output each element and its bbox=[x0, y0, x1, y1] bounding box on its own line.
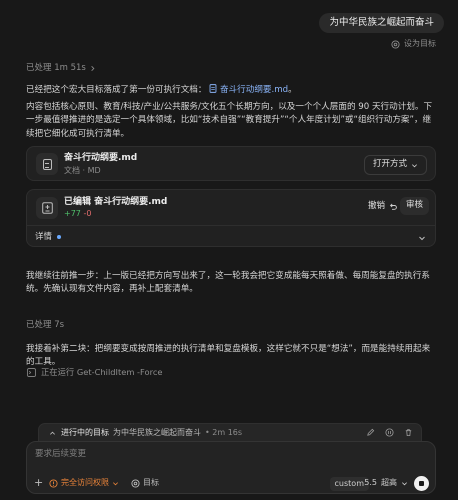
warning-icon bbox=[49, 479, 58, 488]
target-icon bbox=[391, 40, 400, 49]
diff-icon bbox=[41, 202, 53, 214]
stop-button[interactable] bbox=[414, 476, 429, 491]
access-level-label: 完全访问权限 bbox=[61, 478, 109, 487]
chevron-down-icon[interactable] bbox=[418, 234, 426, 242]
file-card-title: 奋斗行动纲要.md bbox=[64, 153, 138, 163]
set-goal-button[interactable]: 设为目标 bbox=[391, 38, 436, 50]
custom-mode-label: custom bbox=[334, 478, 364, 488]
undo-label: 撤销 bbox=[367, 201, 385, 211]
running-command: 正在运行 Get-ChildItem -Force bbox=[41, 367, 163, 377]
details-toggle[interactable]: 详情 bbox=[35, 231, 62, 244]
review-label: 审核 bbox=[405, 200, 423, 211]
diff-stats: +77 -0 bbox=[64, 208, 91, 220]
chevron-right-icon bbox=[91, 66, 95, 72]
access-level-button[interactable]: 完全访问权限 bbox=[49, 477, 119, 489]
set-goal-label: 设为目标 bbox=[404, 39, 436, 48]
speed-label: 超高 bbox=[381, 478, 397, 487]
edit-card-icon bbox=[36, 197, 58, 219]
target-label: 目标 bbox=[143, 478, 159, 487]
file-card-subtitle: 文档 · MD bbox=[64, 166, 101, 175]
goal-bar-actions bbox=[366, 428, 413, 437]
file-card[interactable]: 奋斗行动纲要.md 文档 · MD 打开方式 bbox=[26, 146, 436, 181]
file-link[interactable]: 奋斗行动纲要.md bbox=[209, 84, 289, 95]
target-button[interactable]: 目标 bbox=[131, 477, 159, 489]
lines-added: +77 bbox=[64, 209, 81, 218]
message-1-line1-prefix: 已经把这个宏大目标落成了第一份可执行文档： bbox=[26, 85, 207, 95]
edit-card: 已编辑 奋斗行动纲要.md +77 -0 撤销 审核 详情 bbox=[26, 189, 436, 247]
undo-button[interactable]: 撤销 bbox=[368, 200, 397, 213]
status-dot bbox=[57, 234, 62, 239]
goal-bar-label: 进行中的目标 bbox=[61, 427, 109, 437]
composer: 要求后续变更 + 完全访问权限 目标 custom 5.5 超高 bbox=[26, 441, 436, 494]
lines-removed: -0 bbox=[83, 209, 92, 218]
file-card-icon bbox=[36, 153, 58, 175]
model-selector[interactable]: 5.5 超高 bbox=[364, 477, 408, 489]
chevron-down-icon bbox=[412, 163, 417, 167]
stop-icon bbox=[419, 481, 424, 486]
running-status: 正在运行 Get-ChildItem -Force bbox=[27, 366, 163, 379]
plus-icon: + bbox=[34, 476, 44, 489]
goal-bar-goal: 为中华民族之崛起而奋斗 bbox=[113, 427, 201, 437]
trash-icon[interactable] bbox=[404, 428, 413, 437]
undo-icon bbox=[389, 203, 397, 210]
document-icon bbox=[209, 84, 217, 93]
review-button[interactable]: 审核 bbox=[399, 197, 429, 215]
processed-label-2: 已处理 7s bbox=[26, 320, 65, 330]
target-icon bbox=[131, 479, 140, 488]
chevron-down-icon bbox=[402, 482, 407, 486]
add-attachment-button[interactable]: + bbox=[34, 477, 43, 488]
file-link-label: 奋斗行动纲要.md bbox=[219, 85, 289, 95]
assistant-message-2: 我继续往前推一步：上一版已经把方向写出来了，这一轮我会把它变成能每天照着做、每周… bbox=[26, 271, 430, 295]
custom-mode-pill[interactable]: custom bbox=[329, 477, 369, 491]
message-1-body: 内容包括核心原则、教育/科技/产业/公共服务/文化五个长期方向，以及一个个人层面… bbox=[26, 102, 433, 139]
processed-label-1: 已处理 1m 51s bbox=[26, 63, 86, 73]
pause-icon[interactable] bbox=[385, 428, 394, 437]
terminal-icon bbox=[27, 368, 36, 377]
goal-bar-time: • 2m 16s bbox=[205, 427, 243, 437]
user-message-bubble: 为中华民族之崛起而奋斗 bbox=[319, 13, 444, 33]
document-icon bbox=[42, 158, 52, 170]
processed-toggle-2[interactable]: 已处理 7s bbox=[26, 319, 64, 332]
edit-icon[interactable] bbox=[366, 428, 375, 437]
open-with-button[interactable]: 打开方式 bbox=[363, 155, 427, 175]
details-label: 详情 bbox=[35, 232, 53, 242]
message-1-line1-suffix: 。 bbox=[288, 85, 297, 95]
chevron-down-icon bbox=[113, 482, 118, 486]
assistant-message-1: 已经把这个宏大目标落成了第一份可执行文档： 奋斗行动纲要.md。 bbox=[26, 84, 436, 97]
card-divider bbox=[27, 225, 435, 226]
collapse-chevron-icon[interactable] bbox=[49, 430, 56, 437]
open-with-label: 打开方式 bbox=[372, 159, 407, 170]
user-message-text: 为中华民族之崛起而奋斗 bbox=[329, 16, 434, 28]
active-goal-bar: 进行中的目标 为中华民族之崛起而奋斗 • 2m 16s bbox=[38, 423, 422, 442]
processed-toggle-1[interactable]: 已处理 1m 51s bbox=[26, 62, 96, 75]
model-label: 5.5 bbox=[364, 478, 377, 487]
composer-input[interactable]: 要求后续变更 bbox=[35, 448, 86, 461]
